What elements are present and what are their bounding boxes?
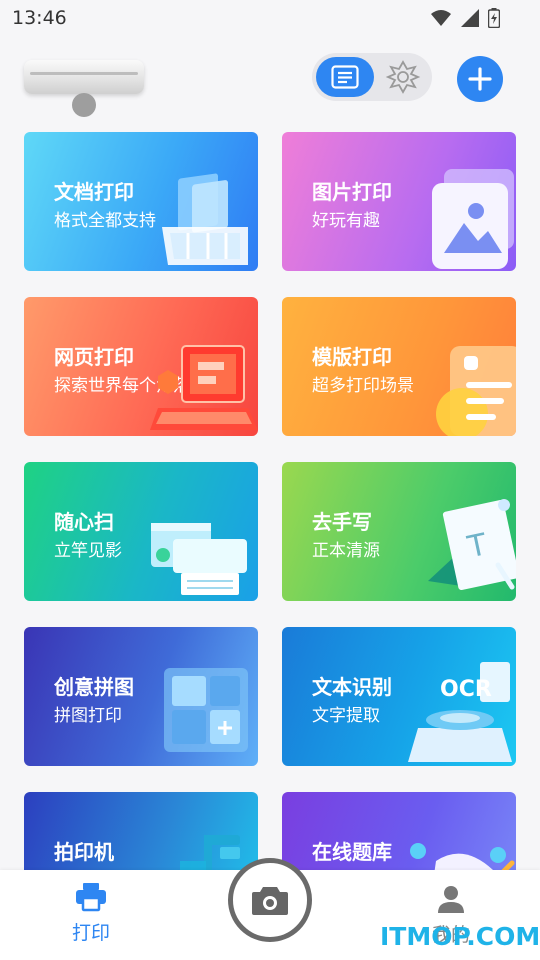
feature-grid: 文档打印 格式全都支持 图片打印 好玩有趣 网页打印 探索世界每个角落 模版打印… <box>0 0 540 870</box>
image-icon <box>432 169 514 269</box>
erase-handwriting-icon: T <box>428 499 516 591</box>
card-title: 创意拼图 <box>54 675 134 699</box>
card-subtitle: 立竿见影 <box>54 541 122 561</box>
card-online-question-bank[interactable]: 在线题库 <box>282 792 516 870</box>
card-subtitle: 拼图打印 <box>54 706 122 726</box>
question-bank-icon <box>410 843 515 870</box>
card-title: 图片打印 <box>312 180 392 204</box>
document-tray-icon <box>162 173 248 265</box>
card-title: 模版打印 <box>312 345 392 369</box>
template-icon <box>436 346 516 436</box>
svg-text:OCR: OCR <box>440 677 492 702</box>
card-remove-handwriting[interactable]: 去手写 正本清源 T <box>282 462 516 601</box>
ocr-icon: OCR <box>408 662 512 762</box>
nav-print-tab[interactable]: 打印 <box>64 882 118 945</box>
card-title: 文档打印 <box>54 180 134 204</box>
card-title: 在线题库 <box>312 840 392 864</box>
card-image-print[interactable]: 图片打印 好玩有趣 <box>282 132 516 271</box>
user-icon <box>438 886 464 913</box>
printer-icon <box>76 883 106 912</box>
card-subtitle: 文字提取 <box>312 706 380 726</box>
nav-print-label: 打印 <box>71 922 110 944</box>
scanner-icon <box>151 523 247 595</box>
card-subtitle: 超多打印场景 <box>312 376 414 396</box>
laptop-web-icon <box>150 345 258 430</box>
card-document-print[interactable]: 文档打印 格式全都支持 <box>24 132 258 271</box>
card-subtitle: 好玩有趣 <box>312 211 380 231</box>
camera-icon <box>252 887 288 915</box>
card-quick-scan[interactable]: 随心扫 立竿见影 <box>24 462 258 601</box>
card-title: 随心扫 <box>54 510 114 534</box>
document-camera-icon <box>180 835 240 870</box>
card-subtitle: 正本清源 <box>312 541 380 561</box>
card-title: 拍印机 <box>54 840 114 864</box>
card-creative-puzzle[interactable]: 创意拼图 拼图打印 <box>24 627 258 766</box>
card-template-print[interactable]: 模版打印 超多打印场景 <box>282 297 516 436</box>
camera-button[interactable] <box>228 858 312 942</box>
card-title: 文本识别 <box>312 675 392 699</box>
card-title: 网页打印 <box>54 345 134 369</box>
puzzle-icon <box>164 668 248 752</box>
card-document-camera[interactable]: 拍印机 <box>24 792 258 870</box>
watermark-text: ITMOP.COM <box>380 922 540 951</box>
card-subtitle: 格式全都支持 <box>54 211 156 231</box>
card-title: 去手写 <box>312 510 372 534</box>
card-text-recognition[interactable]: 文本识别 文字提取 OCR <box>282 627 516 766</box>
card-web-print[interactable]: 网页打印 探索世界每个角落 <box>24 297 258 436</box>
